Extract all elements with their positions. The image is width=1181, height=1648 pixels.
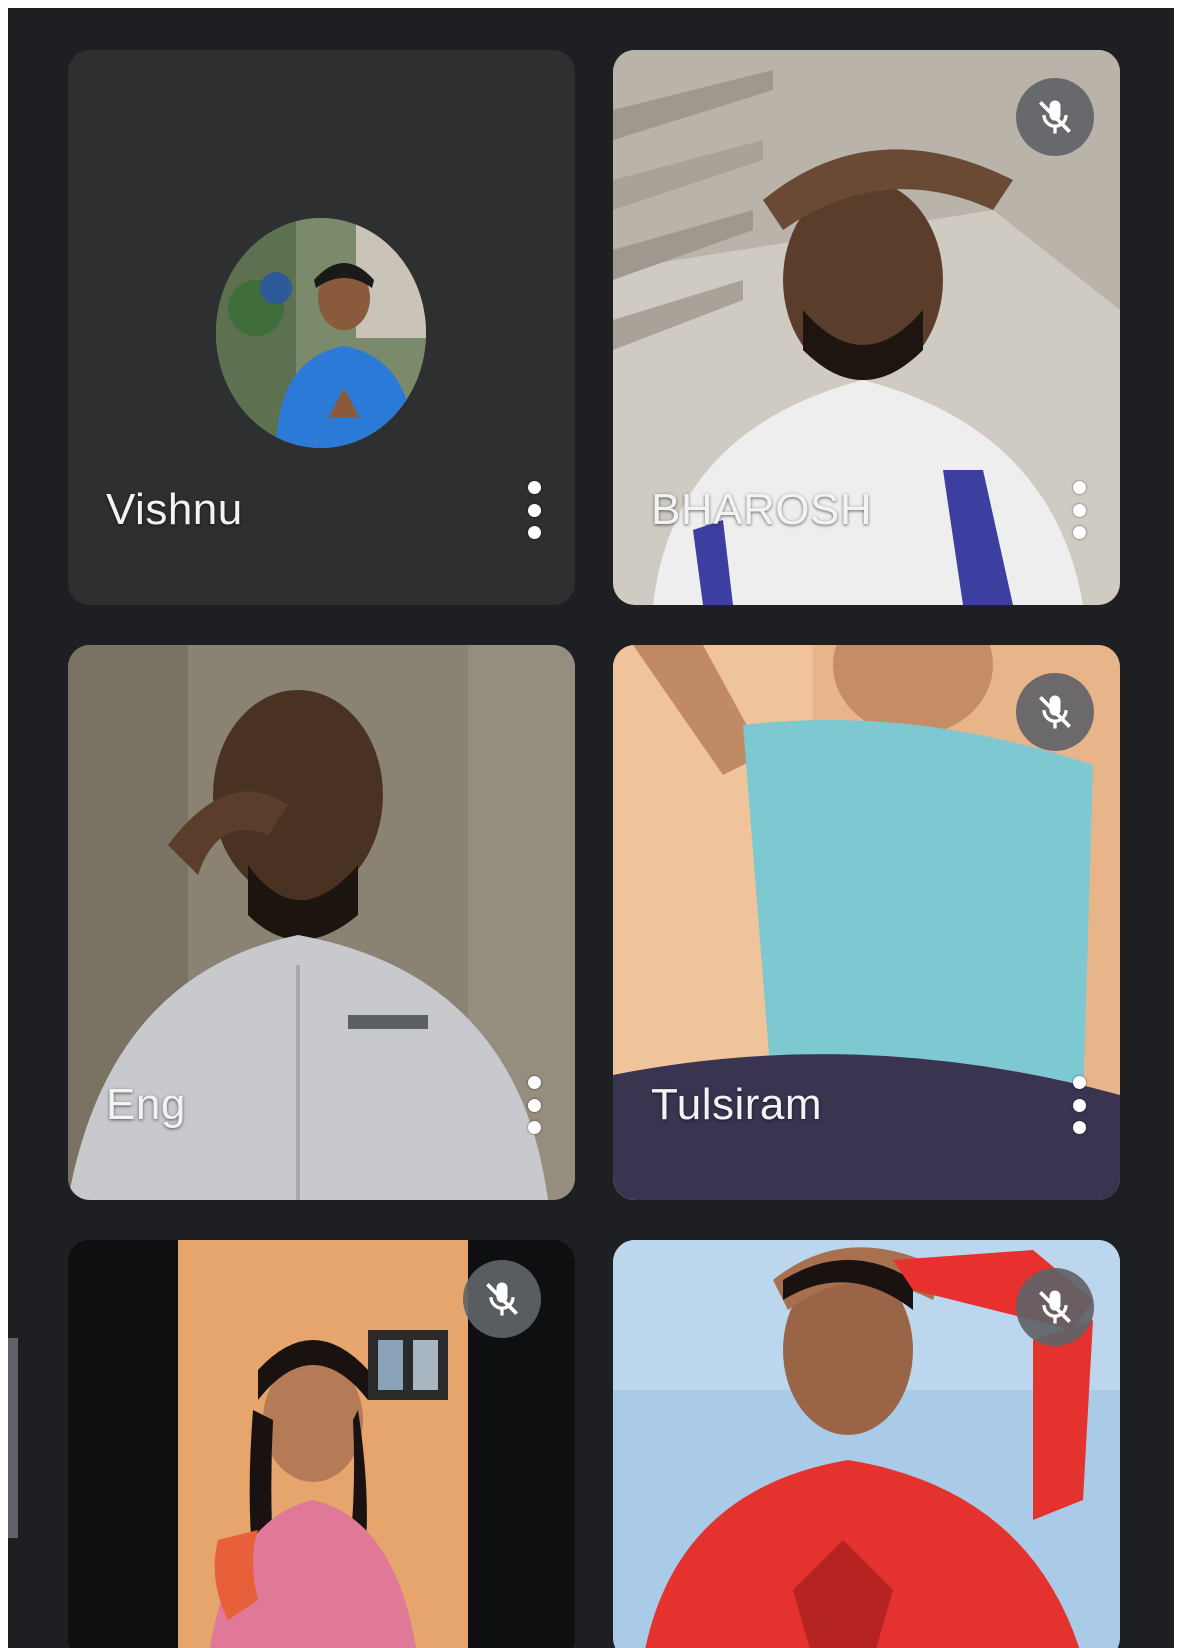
side-panel-edge: [8, 1338, 18, 1538]
more-options-button[interactable]: [519, 475, 549, 545]
participant-name: Eng: [106, 1080, 186, 1129]
participant-tile-vishnu[interactable]: Vishnu: [68, 50, 575, 605]
participant-name: Tulsiram: [651, 1080, 823, 1129]
participant-tile-6[interactable]: [613, 1240, 1120, 1648]
more-options-button[interactable]: [1064, 1070, 1094, 1140]
mic-off-icon: [1016, 1268, 1094, 1346]
participant-tile-5[interactable]: [68, 1240, 575, 1648]
participant-name: BHAROSH: [651, 485, 873, 534]
mic-off-icon: [1016, 78, 1094, 156]
more-options-button[interactable]: [1064, 475, 1094, 545]
participant-tile-bharosh[interactable]: BHAROSH: [613, 50, 1120, 605]
more-vert-icon: [527, 481, 541, 494]
more-vert-icon: [1072, 1076, 1086, 1089]
participant-name: Vishnu: [106, 485, 243, 534]
avatar: [216, 218, 426, 448]
more-vert-icon: [1072, 481, 1086, 494]
mic-off-icon: [463, 1260, 541, 1338]
more-vert-icon: [527, 1076, 541, 1089]
participant-tile-eng[interactable]: Eng: [68, 645, 575, 1200]
mic-off-icon: [1016, 673, 1094, 751]
more-options-button[interactable]: [519, 1070, 549, 1140]
participant-tile-tulsiram[interactable]: Tulsiram: [613, 645, 1120, 1200]
meeting-grid: Vishnu BHAROSH Eng Tulsiram: [8, 8, 1174, 1648]
